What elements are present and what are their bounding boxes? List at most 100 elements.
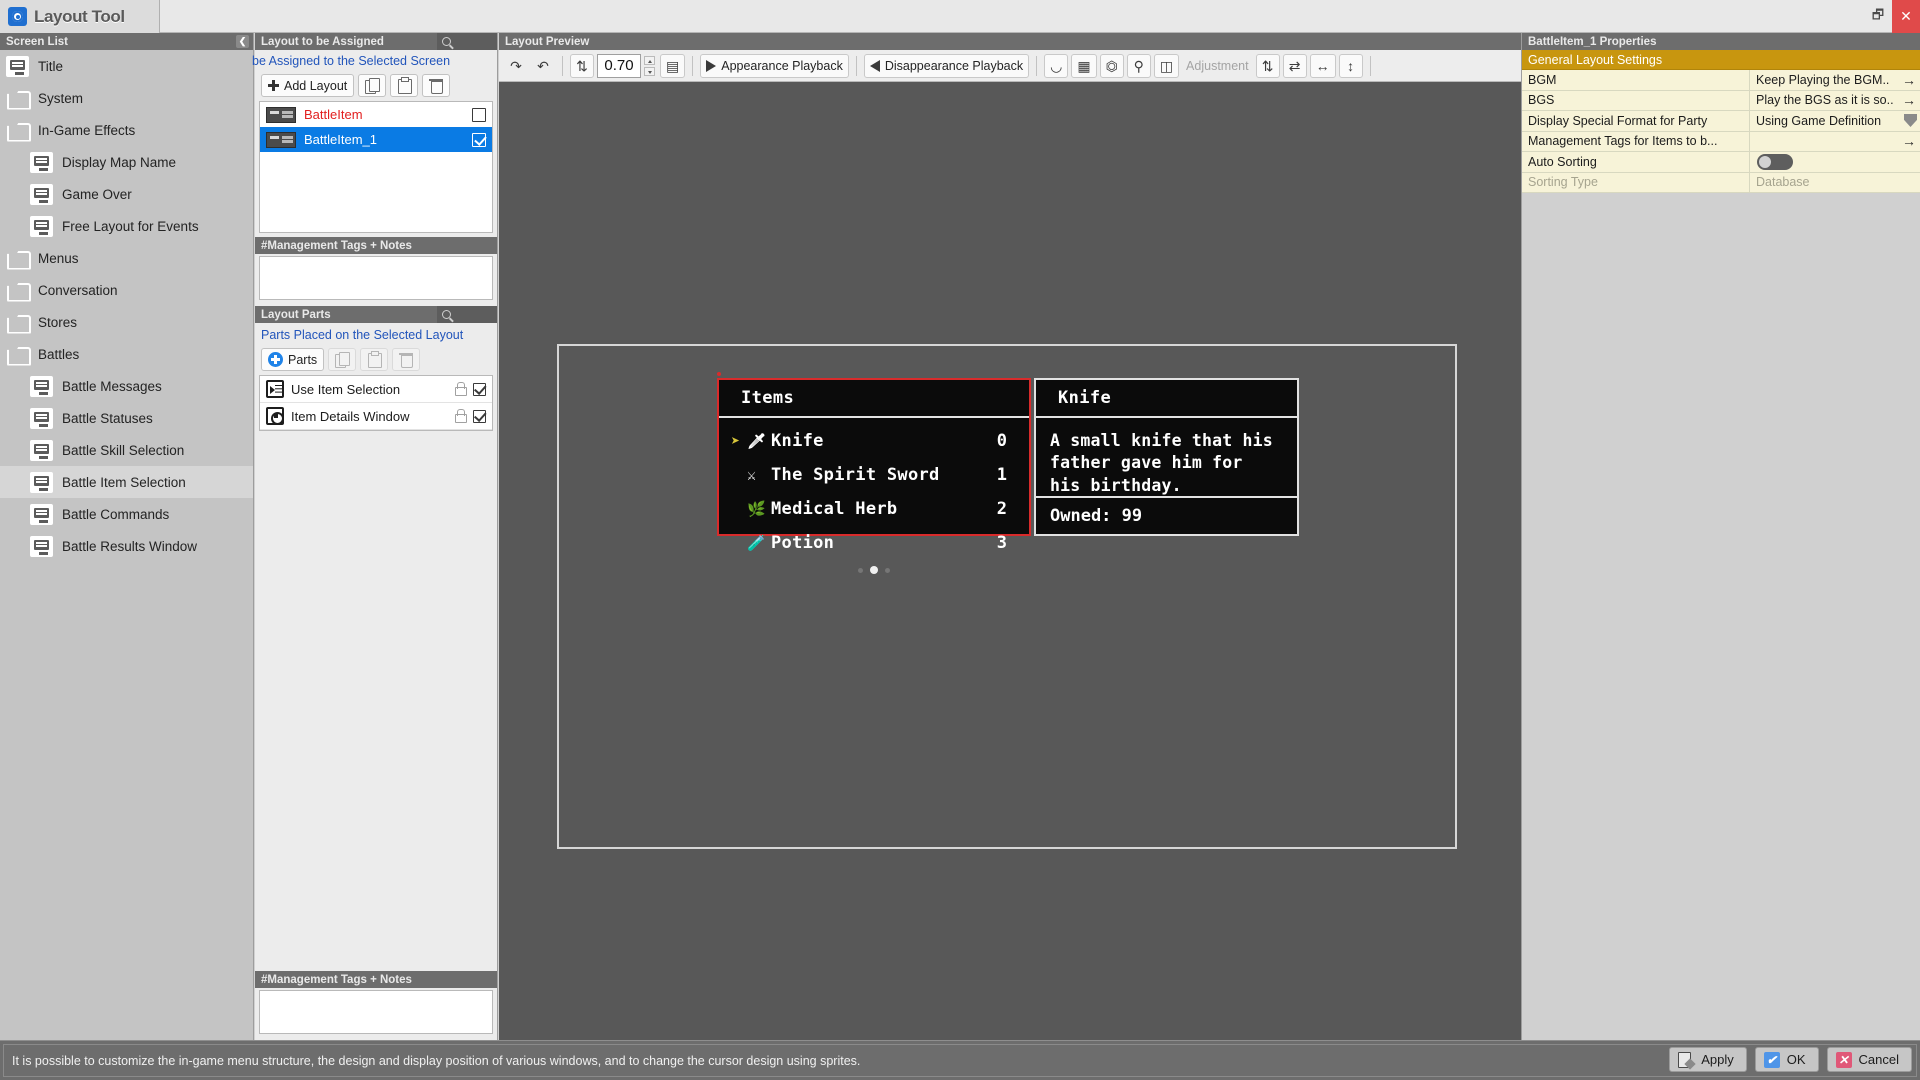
appearance-playback-button[interactable]: Appearance Playback xyxy=(700,54,849,78)
sidebar-item-battle-statuses[interactable]: Battle Statuses xyxy=(0,402,253,434)
game-item-row[interactable]: ⚔The Spirit Sword1 xyxy=(719,458,1029,492)
sidebar-item-menus[interactable]: Menus xyxy=(0,242,253,274)
sidebar-item-system[interactable]: System xyxy=(0,82,253,114)
toggle-switch[interactable] xyxy=(1757,154,1793,170)
layout-list-item[interactable]: BattleItem xyxy=(260,102,492,127)
game-screen-frame[interactable]: Items ➤🗡Knife0⚔The Spirit Sword1🌿Medical… xyxy=(557,344,1457,849)
open-arrow-icon[interactable]: → xyxy=(1902,133,1916,149)
sidebar-item-battle-commands[interactable]: Battle Commands xyxy=(0,498,253,530)
property-row[interactable]: Display Special Format for PartyUsing Ga… xyxy=(1522,111,1920,132)
sidebar-item-game-over[interactable]: Game Over xyxy=(0,178,253,210)
property-value-cell[interactable] xyxy=(1750,152,1920,172)
property-row[interactable]: Sorting TypeDatabase xyxy=(1522,173,1920,194)
copy-part-button[interactable] xyxy=(328,348,356,371)
lock-icon[interactable] xyxy=(454,409,466,423)
sidebar-item-battle-results-window[interactable]: Battle Results Window xyxy=(0,530,253,562)
close-x-icon: ✕ xyxy=(1836,1052,1852,1068)
part-visible-checkbox[interactable] xyxy=(473,383,486,396)
paste-part-button[interactable] xyxy=(360,348,388,371)
parts-list[interactable]: Use Item SelectionItem Details Window xyxy=(259,375,493,431)
property-value-cell[interactable]: Keep Playing the BGM..→ xyxy=(1750,70,1920,90)
redo-button[interactable]: ↶ xyxy=(531,54,555,78)
game-item-row[interactable]: 🌿Medical Herb2 xyxy=(719,492,1029,526)
restore-button[interactable]: 🗗 xyxy=(1864,0,1892,33)
close-button[interactable]: ✕ xyxy=(1892,0,1920,33)
add-layout-button[interactable]: Add Layout xyxy=(261,74,354,97)
property-row[interactable]: Auto Sorting xyxy=(1522,152,1920,173)
add-parts-button[interactable]: Parts xyxy=(261,348,324,371)
items-window[interactable]: Items ➤🗡Knife0⚔The Spirit Sword1🌿Medical… xyxy=(717,378,1031,536)
layout-enabled-checkbox[interactable] xyxy=(472,133,486,147)
sidebar-item-battle-messages[interactable]: Battle Messages xyxy=(0,370,253,402)
panels-button[interactable]: ◫ xyxy=(1154,54,1179,78)
parts-notes-field[interactable] xyxy=(259,990,493,1034)
layout-list-item[interactable]: BattleItem_1 xyxy=(260,127,492,152)
copy-layout-button[interactable] xyxy=(358,74,386,97)
assign-search-box[interactable] xyxy=(437,33,497,50)
property-row[interactable]: Management Tags for Items to b...→ xyxy=(1522,132,1920,153)
stretch-vertical-button[interactable]: ↕ xyxy=(1339,54,1363,78)
property-row[interactable]: BGSPlay the BGS as it is so..→ xyxy=(1522,91,1920,112)
eraser-button[interactable]: ⏣ xyxy=(1100,54,1124,78)
sidebar-item-display-map-name[interactable]: Display Map Name xyxy=(0,146,253,178)
property-value-cell[interactable]: Database xyxy=(1750,173,1920,193)
collapse-panel-icon[interactable]: ❮ xyxy=(236,35,249,48)
item-details-window[interactable]: Knife A small knife that his father gave… xyxy=(1034,378,1299,536)
property-value-cell[interactable]: Play the BGS as it is so..→ xyxy=(1750,91,1920,111)
spinner-down-icon[interactable] xyxy=(644,67,655,76)
paste-layout-button[interactable] xyxy=(390,74,418,97)
zoom-spinner[interactable] xyxy=(644,54,657,78)
pin-button[interactable]: ⚲ xyxy=(1127,54,1151,78)
open-arrow-icon[interactable]: → xyxy=(1902,92,1916,108)
stretch-horizontal-button[interactable]: ↔ xyxy=(1310,54,1336,78)
sidebar-item-conversation[interactable]: Conversation xyxy=(0,274,253,306)
cancel-button[interactable]: ✕ Cancel xyxy=(1827,1047,1912,1072)
property-row[interactable]: BGMKeep Playing the BGM..→ xyxy=(1522,70,1920,91)
apply-button[interactable]: Apply xyxy=(1669,1047,1747,1072)
lock-icon[interactable] xyxy=(454,382,466,396)
open-arrow-icon[interactable]: → xyxy=(1902,72,1916,88)
layout-preview-panel: Layout Preview ↷ ↶ ⇅ 0.70 ▤ Appearance P… xyxy=(499,33,1521,1040)
sidebar-item-battles[interactable]: Battles xyxy=(0,338,253,370)
assign-panel-title: Layout to be Assigned xyxy=(261,36,384,48)
preview-canvas[interactable]: Items ➤🗡Knife0⚔The Spirit Sword1🌿Medical… xyxy=(499,82,1521,1040)
swap-horizontal-button[interactable]: ⇄ xyxy=(1283,54,1307,78)
parts-search-box[interactable] xyxy=(437,306,497,323)
sidebar-item-battle-item-selection[interactable]: Battle Item Selection xyxy=(0,466,253,498)
assign-subtitle: be Assigned to the Selected Screen xyxy=(252,50,497,72)
game-item-row[interactable]: 🧪Potion3 xyxy=(719,526,1029,560)
sidebar-item-title[interactable]: Title xyxy=(0,50,253,82)
sidebar-item-label: Battle Commands xyxy=(62,507,169,522)
items-list[interactable]: ➤🗡Knife0⚔The Spirit Sword1🌿Medical Herb2… xyxy=(719,418,1029,560)
layout-enabled-checkbox[interactable] xyxy=(472,108,486,122)
page-dot xyxy=(870,566,878,574)
property-value-cell[interactable]: Using Game Definition xyxy=(1750,111,1920,131)
property-value-cell[interactable]: → xyxy=(1750,132,1920,152)
part-visible-checkbox[interactable] xyxy=(473,410,486,423)
game-item-row[interactable]: ➤🗡Knife0 xyxy=(719,424,1029,458)
part-list-item[interactable]: Use Item Selection xyxy=(260,376,492,403)
undo-button[interactable]: ↷ xyxy=(504,54,528,78)
ok-button[interactable]: ✔ OK xyxy=(1755,1047,1819,1072)
spinner-up-icon[interactable] xyxy=(644,56,655,65)
sidebar-item-stores[interactable]: Stores xyxy=(0,306,253,338)
fit-to-screen-button[interactable]: ⇅ xyxy=(570,54,594,78)
screen-icon xyxy=(30,504,53,525)
grid-button[interactable]: ▦ xyxy=(1071,54,1096,78)
app-tab[interactable]: Layout Tool xyxy=(0,0,160,33)
sidebar-item-battle-skill-selection[interactable]: Battle Skill Selection xyxy=(0,434,253,466)
align-vertical-button[interactable]: ⇅ xyxy=(1256,54,1280,78)
sidebar-item-free-layout-for-events[interactable]: Free Layout for Events xyxy=(0,210,253,242)
window-frame-button[interactable]: ▤ xyxy=(660,54,685,78)
chevron-down-icon[interactable] xyxy=(1904,114,1917,127)
item-details-title: Knife xyxy=(1036,380,1297,418)
delete-part-button[interactable] xyxy=(392,348,420,371)
delete-layout-button[interactable] xyxy=(422,74,450,97)
assign-notes-field[interactable] xyxy=(259,256,493,300)
disappearance-playback-button[interactable]: Disappearance Playback xyxy=(864,54,1029,78)
part-list-item[interactable]: Item Details Window xyxy=(260,403,492,430)
layout-list[interactable]: BattleItemBattleItem_1 xyxy=(259,101,493,233)
sidebar-item-in-game-effects[interactable]: In-Game Effects xyxy=(0,114,253,146)
magnet-button[interactable]: ◡ xyxy=(1044,54,1068,78)
zoom-input[interactable]: 0.70 xyxy=(597,54,641,78)
